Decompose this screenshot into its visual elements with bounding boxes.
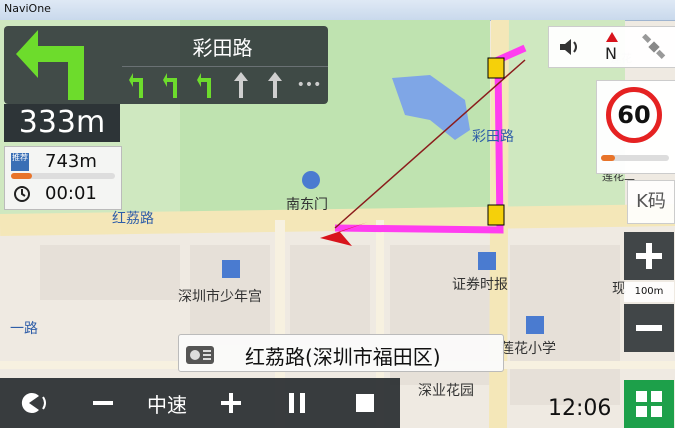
top-right-toolbar: N: [548, 26, 675, 68]
window-titlebar: NaviOne: [0, 0, 675, 21]
satellite-icon: [642, 34, 666, 59]
compass-button[interactable]: N: [591, 27, 633, 67]
window-title: NaviOne: [4, 2, 51, 15]
map-label-hongli: 红荔路: [112, 211, 154, 227]
turn-left-arrow-icon: [156, 67, 190, 103]
radio-icon: [186, 346, 214, 364]
bottom-control-bar: 中速: [0, 378, 400, 428]
speed-limit-panel: 60: [596, 80, 675, 174]
turn-left-big-arrow-icon: [16, 30, 84, 100]
minus-icon: [636, 325, 662, 331]
location-pin-icon: [302, 171, 320, 189]
straight-arrow-icon: [224, 67, 258, 103]
map-label-caitian: 彩田路: [472, 129, 514, 145]
city-block: [40, 245, 180, 300]
svg-text:N: N: [605, 44, 617, 62]
stop-icon: [356, 394, 374, 412]
remaining-distance: 743m: [45, 151, 97, 172]
poi-newspaper-icon: [478, 252, 496, 270]
poi-school-icon: [526, 316, 544, 334]
speed-progress-bar: [601, 155, 669, 161]
current-road-banner: 红荔路(深圳市福田区): [178, 334, 504, 372]
speed-limit-sign: 60: [606, 87, 662, 143]
map-label-shenye-garden: 深业花园: [418, 383, 474, 399]
zoom-in-button[interactable]: [624, 232, 674, 280]
turn-left-arrow-icon: [122, 67, 156, 103]
menu-button[interactable]: [624, 380, 674, 428]
turn-left-arrow-icon: [190, 67, 224, 103]
plus-icon: [221, 393, 241, 413]
recommend-tag: 推荐: [11, 153, 29, 171]
speed-increase-button[interactable]: [198, 378, 264, 428]
distance-to-turn: 333m: [4, 104, 120, 142]
map-label-children-palace: 深圳市少年宫: [178, 289, 262, 305]
speed-decrease-button[interactable]: [70, 378, 136, 428]
current-road-name: 红荔路(深圳市福田区): [245, 345, 441, 369]
trip-progress-bar: [11, 173, 115, 179]
speaker-icon: [560, 39, 577, 55]
speed-mode-label[interactable]: 中速: [136, 378, 198, 428]
map-label-nandongmen: 南东门: [286, 197, 328, 213]
remaining-time: 00:01: [45, 183, 97, 204]
stop-button[interactable]: [330, 378, 400, 428]
trip-info-panel: 推荐 743m 00:01: [4, 146, 122, 210]
plus-icon: [636, 243, 662, 269]
next-road-name: 彩田路: [192, 36, 253, 60]
compass-north-icon: N: [605, 32, 618, 62]
lane-guidance: •••: [122, 66, 328, 103]
zoom-out-button[interactable]: [624, 304, 674, 352]
pause-icon: [289, 393, 305, 413]
poi-children-palace-icon: [222, 260, 240, 278]
traffic-light-icon: [487, 204, 505, 226]
traffic-light-icon: [487, 57, 505, 79]
pacman-voice-icon: [21, 393, 46, 413]
voice-button[interactable]: [549, 27, 591, 67]
straight-arrow-icon: [258, 67, 292, 103]
satellite-button[interactable]: [633, 27, 675, 67]
k-code-button[interactable]: K码: [627, 180, 675, 224]
map-label-securities-times: 证券时报: [452, 277, 508, 293]
voice-mode-button[interactable]: [0, 378, 70, 428]
clock-time: 12:06: [548, 396, 612, 421]
grid-icon: [636, 391, 662, 417]
map-label-lianhua-school: 莲花小学: [500, 341, 556, 357]
city-block: [290, 245, 370, 345]
road-hongli: [0, 204, 675, 236]
clock-icon: [14, 186, 30, 202]
pause-button[interactable]: [264, 378, 330, 428]
map-label-yilu: 一路: [10, 321, 38, 337]
more-dots-icon: •••: [296, 77, 322, 93]
map-scale: 100m: [624, 282, 674, 302]
minus-icon: [93, 401, 113, 405]
